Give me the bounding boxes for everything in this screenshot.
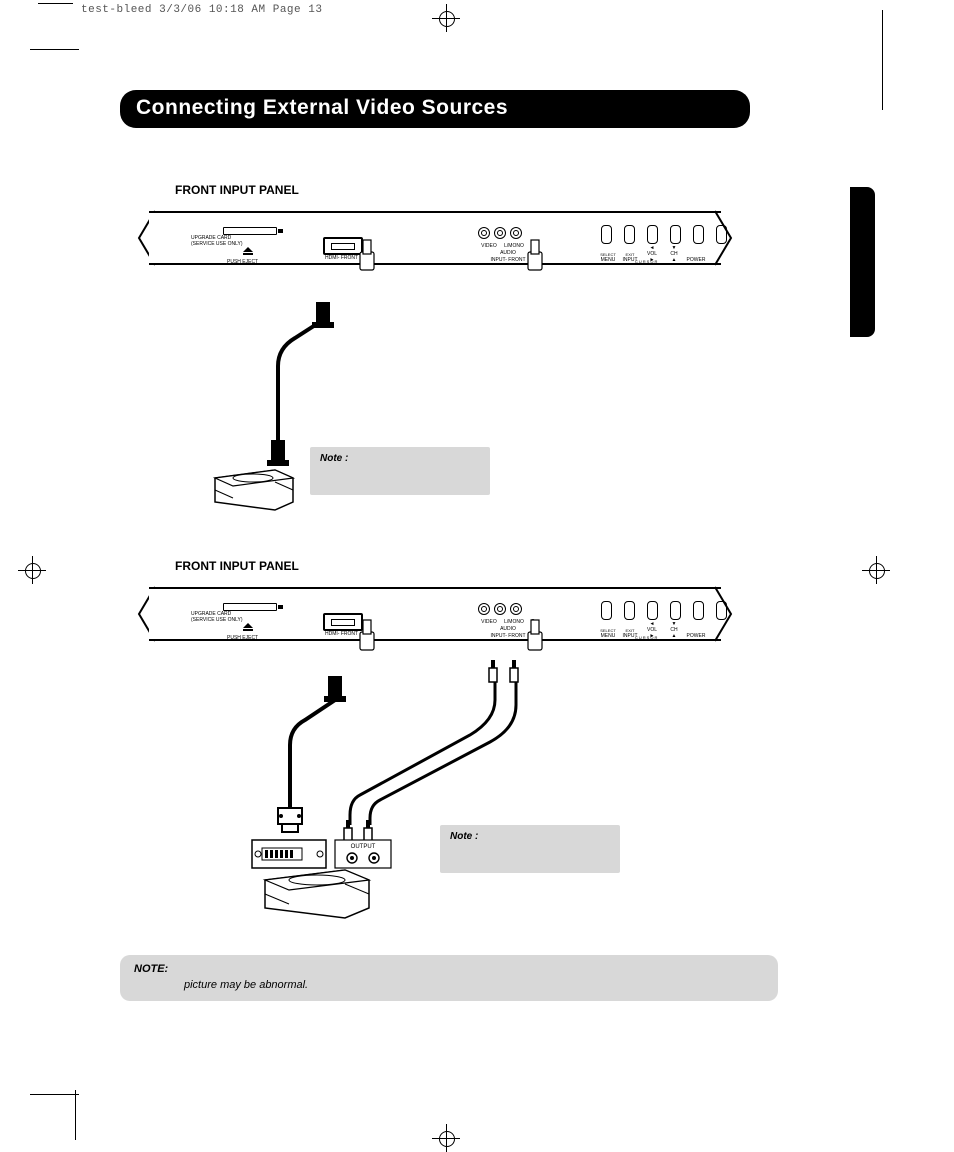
front-panel-diagram: UPGRADE CARD (SERVICE USE ONLY) PUSH EJE… <box>135 583 735 645</box>
card-slot-icon <box>223 603 277 611</box>
section-tab <box>850 187 875 337</box>
note-callout: Note : <box>310 447 490 495</box>
crop-line <box>30 1094 79 1095</box>
panel-cut-edge-icon <box>715 583 735 645</box>
panel-button-icon <box>670 601 681 620</box>
registration-mark-icon <box>432 1124 460 1152</box>
bottom-note-body: picture may be abnormal. <box>184 979 764 991</box>
note-label: Note : <box>320 453 348 464</box>
text: POWER <box>685 257 707 263</box>
page-title: Connecting External Video Sources <box>120 90 750 128</box>
rca-jack-icon <box>494 227 506 239</box>
crop-line <box>75 1090 76 1140</box>
av-labels: VIDEO L/MONO R AUDIO INPUT- FRONT <box>473 619 543 640</box>
upgrade-card-label: UPGRADE CARD (SERVICE USE ONLY) <box>191 611 243 623</box>
crop-line <box>882 10 883 110</box>
push-eject-label: PUSH EJECT <box>227 635 258 641</box>
text: AUDIO <box>473 250 543 257</box>
hdmi-to-dvi-cable-icon <box>278 676 346 832</box>
panel-cut-edge-icon <box>715 207 735 269</box>
card-slot-icon <box>223 227 277 235</box>
print-slug: test-bleed 3/3/06 10:18 AM Page 13 <box>81 4 322 16</box>
hdmi-port-icon <box>323 237 363 255</box>
text: SELECT <box>597 628 619 633</box>
text: (SERVICE USE ONLY) <box>191 617 243 623</box>
output-label: OUTPUT <box>351 844 376 850</box>
panel-button-icon <box>647 225 658 244</box>
registration-mark-icon <box>862 556 890 584</box>
crop-line <box>30 49 79 50</box>
panel-button-icon <box>624 225 635 244</box>
crop-line <box>38 3 73 4</box>
note-callout: Note : <box>440 825 620 873</box>
text: MENU <box>597 257 619 263</box>
dvi-device-icon <box>252 840 326 868</box>
panel-button-icon <box>693 601 704 620</box>
panel-button-icon <box>624 601 635 620</box>
av-labels: VIDEO L/MONO R AUDIO INPUT- FRONT <box>473 243 543 264</box>
eject-icon <box>243 623 253 631</box>
text: SELECT <box>597 252 619 257</box>
text: VIDEO L/MONO R <box>473 243 543 250</box>
page: test-bleed 3/3/06 10:18 AM Page 13 Conne… <box>0 0 954 1145</box>
text: EXIT <box>619 252 641 257</box>
rca-jack-icon <box>510 603 522 615</box>
hdmi-label: HDMI- FRONT <box>325 631 358 637</box>
push-eject-label: PUSH EJECT <box>227 259 258 265</box>
front-panel-diagram: UPGRADE CARD (SERVICE USE ONLY) PUSH EJE… <box>135 207 735 269</box>
content-column: Connecting External Video Sources FRONT … <box>120 90 750 645</box>
rca-jack-icon <box>478 603 490 615</box>
registration-mark-icon <box>432 4 460 32</box>
dvd-player-icon <box>265 870 369 918</box>
hdmi-label: HDMI- FRONT <box>325 255 358 261</box>
text: AUDIO <box>473 626 543 633</box>
text: POWER <box>685 633 707 639</box>
text: INPUT- FRONT <box>473 257 543 264</box>
audio-output-box-icon <box>335 840 391 868</box>
bottom-note: NOTE: picture may be abnormal. <box>120 955 778 1001</box>
cursor-label: CURSOR <box>635 635 658 640</box>
panel-button-icon <box>693 225 704 244</box>
panel-button-icon <box>601 601 612 620</box>
rca-audio-cable-icon <box>344 660 518 842</box>
panel-button-icon <box>647 601 658 620</box>
text: EXIT <box>619 628 641 633</box>
section-heading: FRONT INPUT PANEL <box>175 183 750 197</box>
text: VIDEO L/MONO R <box>473 619 543 626</box>
upgrade-card-label: UPGRADE CARD (SERVICE USE ONLY) <box>191 235 243 247</box>
text: MENU <box>597 633 619 639</box>
panel-body: UPGRADE CARD (SERVICE USE ONLY) PUSH EJE… <box>149 211 721 265</box>
section-heading: FRONT INPUT PANEL <box>175 559 750 573</box>
panel-body: UPGRADE CARD (SERVICE USE ONLY) PUSH EJE… <box>149 587 721 641</box>
panel-button-icon <box>601 225 612 244</box>
registration-mark-icon <box>18 556 46 584</box>
text: INPUT- FRONT <box>473 633 543 640</box>
rca-jack-icon <box>478 227 490 239</box>
text: (SERVICE USE ONLY) <box>191 241 243 247</box>
rca-jack-icon <box>510 227 522 239</box>
cursor-label: CURSOR <box>635 259 658 264</box>
rca-jack-icon <box>494 603 506 615</box>
note-label: Note : <box>450 831 478 842</box>
eject-icon <box>243 247 253 255</box>
hdmi-port-icon <box>323 613 363 631</box>
panel-button-icon <box>670 225 681 244</box>
bottom-note-heading: NOTE: <box>134 963 168 975</box>
